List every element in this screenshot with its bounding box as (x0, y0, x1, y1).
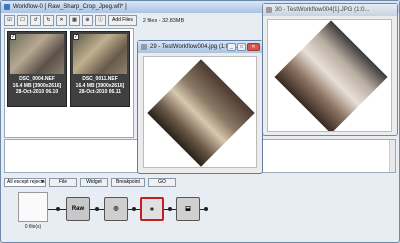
close-button[interactable]: ✕ (247, 43, 260, 51)
thumbnail-checkbox[interactable]: ✓ (10, 34, 16, 40)
crop-icon: ⌗ (150, 207, 154, 213)
preview-1-titlebar[interactable]: 29 - TestWorkflow004.jpg (1:01 ... _ □ ✕ (138, 41, 262, 53)
chevron-down-icon: ▾ (41, 179, 44, 185)
thumbnail-date: 28-Oct-2010 06.11 (79, 89, 121, 95)
sharpen-icon: ◎ (113, 206, 119, 212)
wire-dot (95, 207, 99, 211)
save-node[interactable]: ⬓ (176, 197, 200, 221)
zoom-icon[interactable]: ⊕ (82, 15, 93, 26)
thumbnail-image (73, 34, 127, 74)
info-icon[interactable]: ⓘ (95, 15, 106, 26)
app-icon (4, 4, 10, 10)
raw-node[interactable]: Raw (66, 197, 90, 221)
thumbnail-checkbox[interactable]: ✓ (73, 34, 79, 40)
thumbnail-item[interactable]: ✓ DSC_0004.NEF 16.4 MB [3900x2616] 28-Oc… (7, 31, 67, 107)
source-node[interactable] (18, 192, 48, 222)
wire-dot (56, 207, 60, 211)
preview-window-1: 29 - TestWorkflow004.jpg (1:01 ... _ □ ✕ (137, 40, 263, 174)
thumbnail-item[interactable]: ✓ DSC_0011.NEF 16.4 MB [3900x2616] 28-Oc… (70, 31, 130, 107)
thumbnail-date: 28-Oct-2010 06.10 (15, 89, 59, 95)
crop-node[interactable]: ⌗ (140, 197, 164, 221)
preview-1-title: 29 - TestWorkflow004.jpg (1:01 ... (150, 44, 240, 50)
minimize-button[interactable]: _ (227, 43, 236, 51)
rotate-right-icon[interactable]: ↻ (43, 15, 54, 26)
preview-2-image (274, 20, 388, 131)
preview-1-image (147, 59, 255, 167)
filter-select[interactable]: All except rejects ▾ (4, 178, 46, 187)
workflow-pipeline: 0 file(s) Raw ◎ ⌗ ⬓ (4, 189, 396, 241)
thumbnail-toolbar: ☑ ☐ ↺ ↻ ✕ ▦ ⊕ ⓘ Add Files 2 files - 32.8… (4, 14, 264, 27)
thumbnail-image (10, 34, 64, 74)
widget-button[interactable]: Widget (80, 178, 108, 187)
filter-select-value: All except rejects (7, 179, 45, 185)
preview-2-title: 30 - TestWorkflow004[1].JPG (1:0... (275, 7, 370, 13)
breakpoint-button[interactable]: Breakpoint (111, 178, 145, 187)
preview-1-canvas (143, 56, 257, 168)
maximize-button[interactable]: □ (237, 43, 246, 51)
view-icon[interactable]: ▦ (69, 15, 80, 26)
add-files-button[interactable]: Add Files (108, 15, 137, 26)
log-scrollbar[interactable] (389, 140, 395, 172)
deselect-icon[interactable]: ☐ (17, 15, 28, 26)
sharpen-node[interactable]: ◎ (104, 197, 128, 221)
wire-dot (204, 207, 208, 211)
save-icon: ⬓ (185, 206, 191, 212)
image-icon (141, 44, 147, 50)
wire-dot (168, 207, 172, 211)
preview-2-canvas (267, 19, 392, 132)
bottom-controls: All except rejects ▾ File Widget Breakpo… (4, 178, 176, 188)
go-button[interactable]: GO (148, 178, 176, 187)
source-count: 0 file(s) (24, 224, 42, 230)
preview-window-2: 30 - TestWorkflow004[1].JPG (1:0... (262, 3, 398, 136)
thumbnail-pane: ✓ DSC_0004.NEF 16.4 MB [3900x2616] 28-Oc… (4, 28, 134, 138)
select-all-icon[interactable]: ☑ (4, 15, 15, 26)
file-count: 2 files - 32.83MB (142, 17, 185, 24)
file-button[interactable]: File (49, 178, 77, 187)
image-icon (266, 7, 272, 13)
preview-2-titlebar[interactable]: 30 - TestWorkflow004[1].JPG (1:0... (263, 4, 397, 16)
workflow-title: Workflow-0 [ Raw_Sharp_Crop_Jpeg.wfl* ] (13, 4, 127, 10)
wire-dot (132, 207, 136, 211)
delete-icon[interactable]: ✕ (56, 15, 67, 26)
rotate-left-icon[interactable]: ↺ (30, 15, 41, 26)
